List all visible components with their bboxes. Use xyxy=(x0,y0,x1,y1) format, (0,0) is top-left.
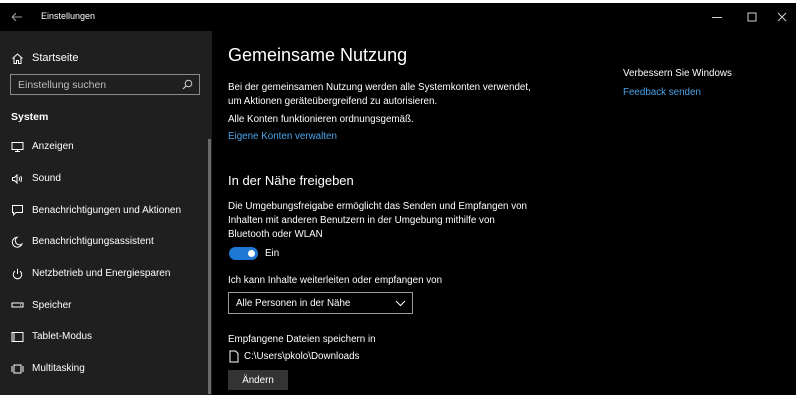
sidebar-item-label: Netzbetrieb und Energiesparen xyxy=(32,268,171,280)
chevron-down-icon xyxy=(392,300,408,307)
moon-icon xyxy=(10,236,24,248)
status-text: Alle Konten funktionieren ordnungsgemäß. xyxy=(228,114,414,125)
sidebar-item-tablet-modus[interactable]: Tablet-Modus xyxy=(0,321,212,353)
nearby-sharing-heading: In der Nähe freigeben xyxy=(228,173,354,188)
sidebar-item-label: Benachrichtigungsassistent xyxy=(32,236,154,248)
home-icon xyxy=(10,52,24,65)
sidebar-item-label: Tablet-Modus xyxy=(32,331,93,343)
feedback-link[interactable]: Feedback senden xyxy=(623,87,701,98)
related-title: Verbessern Sie Windows xyxy=(623,68,732,79)
search-input[interactable]: Einstellung suchen xyxy=(10,74,200,95)
search-placeholder: Einstellung suchen xyxy=(18,78,107,91)
share-with-value: Alle Personen in der Nähe xyxy=(236,297,351,309)
back-arrow-icon xyxy=(11,12,22,22)
settings-window: Einstellungen Startseite Einstellung suc… xyxy=(0,3,796,395)
home-label: Startseite xyxy=(32,52,79,64)
maximize-button[interactable] xyxy=(737,7,767,27)
manage-accounts-link[interactable]: Eigene Konten verwalten xyxy=(228,131,337,142)
sidebar-item-label: Speicher xyxy=(32,299,72,311)
sidebar-item-anzeigen[interactable]: Anzeigen xyxy=(0,131,212,163)
maximize-icon xyxy=(747,12,757,22)
nearby-sharing-toggle[interactable] xyxy=(229,247,258,260)
sidebar-item-label: Benachrichtigungen und Aktionen xyxy=(32,204,182,216)
speaker-icon xyxy=(10,173,24,185)
power-icon xyxy=(10,268,24,280)
sidebar-item-home[interactable]: Startseite xyxy=(0,45,212,71)
close-icon xyxy=(777,12,787,22)
sidebar-item-netzbetrieb[interactable]: Netzbetrieb und Energiesparen xyxy=(0,258,212,290)
sidebar: Startseite Einstellung suchen System Anz… xyxy=(0,31,212,395)
display-icon xyxy=(10,141,24,153)
sidebar-item-sound[interactable]: Sound xyxy=(0,163,212,195)
page-title: Gemeinsame Nutzung xyxy=(228,45,408,65)
tablet-icon xyxy=(10,331,24,343)
title-bar: Einstellungen xyxy=(0,3,796,31)
intro-text: Bei der gemeinsamen Nutzung werden alle … xyxy=(228,82,531,107)
toggle-knob xyxy=(248,250,255,257)
share-with-dropdown[interactable]: Alle Personen in der Nähe xyxy=(228,292,413,314)
multitasking-icon xyxy=(10,363,24,375)
file-icon xyxy=(229,350,239,363)
sidebar-item-label: Sound xyxy=(32,173,61,185)
minimize-button[interactable] xyxy=(702,7,732,27)
toggle-state-label: Ein xyxy=(265,248,280,259)
sidebar-item-label: Anzeigen xyxy=(32,141,74,153)
share-with-label: Ich kann Inhalte weiterleiten oder empfa… xyxy=(228,275,443,286)
app-title: Einstellungen xyxy=(41,11,96,21)
sidebar-item-benachrichtigungen[interactable]: Benachrichtigungen und Aktionen xyxy=(0,194,212,226)
sidebar-item-speicher[interactable]: Speicher xyxy=(0,289,212,321)
sidebar-item-label: Multitasking xyxy=(32,363,85,375)
close-button[interactable] xyxy=(767,7,796,27)
sidebar-item-benachrichtigungsassistent[interactable]: Benachrichtigungsassistent xyxy=(0,226,212,258)
section-label: System xyxy=(11,111,49,123)
save-location-label: Empfangene Dateien speichern in xyxy=(228,334,376,345)
save-location-path: C:\Users\pkolo\Downloads xyxy=(244,351,360,362)
notification-icon xyxy=(10,204,24,217)
sidebar-scrollbar[interactable] xyxy=(208,139,211,394)
save-location-row: C:\Users\pkolo\Downloads xyxy=(229,350,359,363)
back-button[interactable] xyxy=(8,8,26,26)
change-location-button[interactable]: Ändern xyxy=(228,370,288,390)
storage-icon xyxy=(10,299,24,311)
search-icon[interactable] xyxy=(179,79,195,90)
minimize-icon xyxy=(712,17,722,18)
sidebar-item-multitasking[interactable]: Multitasking xyxy=(0,353,212,385)
main-content: Gemeinsame Nutzung Bei der gemeinsamen N… xyxy=(212,31,796,395)
sidebar-nav: Anzeigen Sound Benachrichtigungen und Ak… xyxy=(0,131,212,385)
nearby-sharing-description: Die Umgebungsfreigabe ermöglicht das Sen… xyxy=(228,201,527,240)
